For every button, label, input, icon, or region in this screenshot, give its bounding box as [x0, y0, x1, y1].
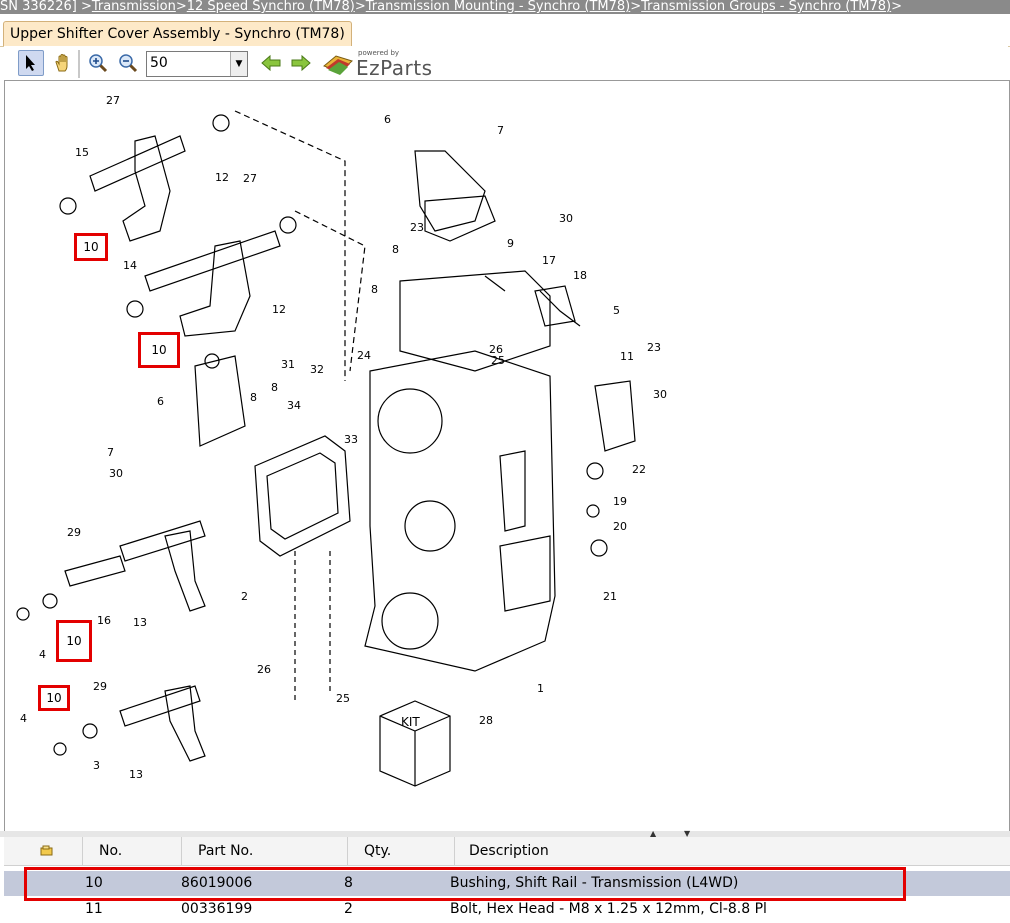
- breadcrumb-separator: >: [630, 0, 642, 14]
- label-19: 19: [613, 495, 627, 508]
- label-17: 17: [542, 254, 556, 267]
- label-24: 24: [357, 349, 371, 362]
- tab-bar: Upper Shifter Cover Assembly - Synchro (…: [0, 14, 1010, 47]
- hand-icon[interactable]: [50, 50, 76, 76]
- ezparts-logo-icon: [323, 55, 353, 75]
- label-8c: 8: [271, 381, 278, 394]
- breadcrumb-separator: >: [891, 0, 903, 14]
- label-1: 1: [537, 682, 544, 695]
- label-29: 29: [67, 526, 81, 539]
- header-qty[interactable]: Qty.: [347, 837, 449, 865]
- tab-upper-shifter-cover[interactable]: Upper Shifter Cover Assembly - Synchro (…: [3, 21, 352, 46]
- label-23b: 23: [647, 341, 661, 354]
- label-12b: 12: [272, 303, 286, 316]
- breadcrumb-prefix: SN 336226] >: [0, 0, 92, 14]
- zoom-input[interactable]: [147, 52, 227, 74]
- zoom-out-icon[interactable]: [115, 50, 141, 76]
- label-25b: 25: [336, 692, 350, 705]
- label-26b: 26: [257, 663, 271, 676]
- kit-label: KIT: [401, 715, 420, 729]
- label-29b: 29: [93, 680, 107, 693]
- label-30b: 30: [109, 467, 123, 480]
- label-3: 3: [93, 759, 100, 772]
- label-20: 20: [613, 520, 627, 533]
- label-4: 4: [39, 648, 46, 661]
- label-7b: 7: [107, 446, 114, 459]
- toolbar: ▼ powered by EzParts: [4, 46, 1008, 80]
- label-16: 16: [97, 614, 111, 627]
- breadcrumb: SN 336226] > Transmission > 12 Speed Syn…: [0, 0, 1010, 14]
- label-33: 33: [344, 433, 358, 446]
- breadcrumb-link-transmission-groups[interactable]: Transmission Groups - Synchro (TM78): [641, 0, 891, 14]
- label-27b: 27: [243, 172, 257, 185]
- label-21: 21: [603, 590, 617, 603]
- breadcrumb-link-transmission-mounting[interactable]: Transmission Mounting - Synchro (TM78): [366, 0, 630, 14]
- callout-part-10[interactable]: 10: [56, 620, 92, 662]
- label-8b: 8: [371, 283, 378, 296]
- label-34: 34: [287, 399, 301, 412]
- label-31: 31: [281, 358, 295, 371]
- parts-table: No. Part No. Qty. Description 10 8601900…: [4, 837, 1010, 923]
- pointer-icon[interactable]: [18, 50, 44, 76]
- chevron-down-icon[interactable]: ▼: [230, 52, 247, 76]
- label-25: 25: [491, 354, 505, 367]
- label-4b: 4: [20, 712, 27, 725]
- label-13: 13: [133, 616, 147, 629]
- zoom-in-icon[interactable]: [85, 50, 111, 76]
- label-6b: 6: [157, 395, 164, 408]
- selected-row-highlight: [24, 867, 906, 901]
- callout-part-10[interactable]: 10: [38, 685, 70, 711]
- label-30: 30: [559, 212, 573, 225]
- logo-name: EzParts: [356, 56, 433, 80]
- label-14: 14: [123, 259, 137, 272]
- forward-arrow-icon[interactable]: [288, 50, 314, 76]
- table-header: No. Part No. Qty. Description: [4, 837, 1010, 866]
- header-part-no[interactable]: Part No.: [181, 837, 338, 865]
- label-6: 6: [384, 113, 391, 126]
- label-8d: 8: [250, 391, 257, 404]
- label-30c: 30: [653, 388, 667, 401]
- exploded-view-drawing: 27 15 12 27 14 12 6 7 23 30 9 8 17 18 8 …: [16, 94, 667, 787]
- label-27: 27: [106, 94, 120, 107]
- label-15: 15: [75, 146, 89, 159]
- parts-diagram[interactable]: 27 15 12 27 14 12 6 7 23 30 9 8 17 18 8 …: [4, 80, 1010, 832]
- zoom-select[interactable]: ▼: [146, 51, 248, 77]
- header-description[interactable]: Description: [454, 837, 1009, 865]
- label-5: 5: [613, 304, 620, 317]
- label-9: 9: [507, 237, 514, 250]
- label-28: 28: [479, 714, 493, 727]
- breadcrumb-link-transmission[interactable]: Transmission: [92, 0, 176, 14]
- back-arrow-icon[interactable]: [258, 50, 284, 76]
- label-2: 2: [241, 590, 248, 603]
- label-11: 11: [620, 350, 634, 363]
- label-12: 12: [215, 171, 229, 184]
- breadcrumb-link-12-speed-synchro[interactable]: 12 Speed Synchro (TM78): [187, 0, 355, 14]
- breadcrumb-separator: >: [354, 0, 366, 14]
- label-8: 8: [392, 243, 399, 256]
- label-13b: 13: [129, 768, 143, 781]
- header-no[interactable]: No.: [82, 837, 179, 865]
- label-23: 23: [410, 221, 424, 234]
- label-22: 22: [632, 463, 646, 476]
- label-18: 18: [573, 269, 587, 282]
- part-number-labels: 27 15 12 27 14 12 6 7 23 30 9 8 17 18 8 …: [20, 94, 667, 781]
- toolbar-separator: [78, 50, 80, 78]
- label-7: 7: [497, 124, 504, 137]
- breadcrumb-separator: >: [175, 0, 187, 14]
- ezparts-logo: powered by EzParts: [322, 48, 433, 80]
- callout-part-10[interactable]: 10: [138, 332, 180, 368]
- label-32: 32: [310, 363, 324, 376]
- callout-part-10[interactable]: 10: [74, 233, 108, 261]
